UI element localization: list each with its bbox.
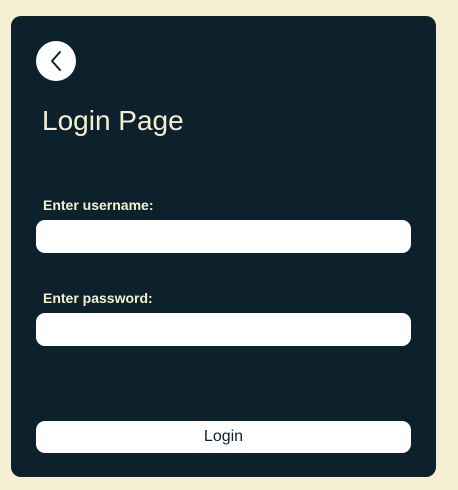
password-input[interactable] xyxy=(36,313,411,346)
login-card: Login Page Enter username: Enter passwor… xyxy=(11,16,436,477)
password-label: Enter password: xyxy=(43,290,153,306)
page-title: Login Page xyxy=(42,105,184,136)
username-label: Enter username: xyxy=(43,197,154,213)
login-button[interactable]: Login xyxy=(36,421,411,453)
username-input[interactable] xyxy=(36,220,411,253)
chevron-left-icon xyxy=(51,51,61,71)
back-button[interactable] xyxy=(36,41,76,81)
